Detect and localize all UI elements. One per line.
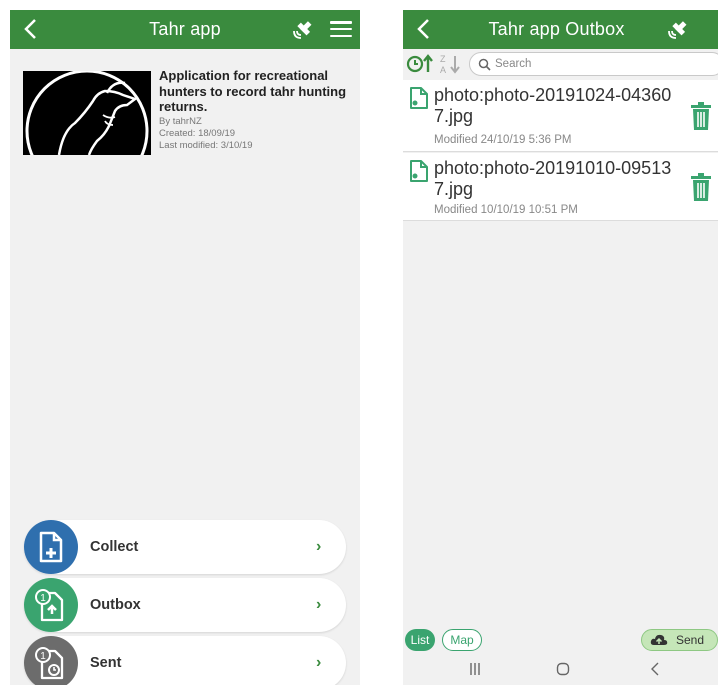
search-icon	[478, 58, 491, 71]
survey-info: Application for recreational hunters to …	[23, 68, 350, 168]
sent-label: Sent	[90, 655, 122, 671]
survey-home-screen: Tahr app Application for recreational hu…	[10, 10, 360, 685]
outbox-screen: Tahr app Outbox Z A Search photo:photo-2…	[403, 10, 718, 685]
menu-bar	[330, 34, 352, 37]
system-back-button[interactable]	[650, 662, 660, 680]
outbox-button[interactable]: 1 Outbox ›	[24, 578, 346, 632]
sent-badge: 1	[40, 651, 46, 662]
item-filename: photo:photo-20191024-043607.jpg	[434, 85, 672, 126]
satellite-icon	[668, 21, 687, 39]
satellite-icon	[293, 21, 312, 39]
svg-text:A: A	[440, 65, 446, 75]
document-icon	[410, 87, 428, 109]
alpha-sort-icon: Z A	[440, 54, 460, 75]
collect-icon	[39, 531, 63, 563]
search-input[interactable]	[495, 58, 695, 70]
chevron-right-icon: ›	[316, 538, 322, 555]
search-box[interactable]	[469, 52, 718, 76]
svg-text:Z: Z	[440, 54, 446, 64]
system-nav-bar	[403, 660, 718, 685]
send-label: Send	[676, 633, 705, 647]
send-button[interactable]: Send	[641, 629, 718, 651]
survey-thumbnail	[23, 71, 151, 155]
survey-modified: Last modified: 3/10/19	[159, 139, 253, 151]
sent-icon: 1	[35, 647, 64, 680]
home-button[interactable]	[556, 662, 570, 680]
app-header: Tahr app	[10, 10, 360, 49]
collect-label: Collect	[90, 539, 139, 555]
sort-by-time-button[interactable]	[406, 53, 434, 80]
sent-icon-circle: 1	[24, 636, 78, 685]
outbox-icon: 1	[35, 589, 64, 622]
survey-author: By tahrNZ	[159, 115, 202, 127]
list-view-button[interactable]: List	[405, 629, 435, 651]
item-modified: Modified 24/10/19 5:36 PM	[434, 134, 572, 146]
recent-apps-button[interactable]	[469, 662, 481, 680]
outbox-header: Tahr app Outbox	[403, 10, 718, 49]
outbox-label: Outbox	[90, 597, 141, 613]
outbox-icon-circle: 1	[24, 578, 78, 632]
trash-icon[interactable]	[690, 101, 712, 131]
recent-apps-icon	[470, 663, 480, 675]
menu-bar	[330, 27, 352, 31]
document-icon	[410, 160, 428, 182]
sort-alpha-button[interactable]: Z A	[439, 53, 465, 80]
outbox-toolbar: Z A	[403, 49, 718, 79]
survey-description: Application for recreational hunters to …	[159, 68, 347, 114]
map-view-button[interactable]: Map	[442, 629, 482, 651]
back-arrow-icon	[651, 662, 659, 676]
home-icon	[556, 662, 570, 676]
sent-button[interactable]: 1 Sent ›	[24, 636, 346, 685]
trash-icon[interactable]	[690, 172, 712, 202]
satellite-button[interactable]	[290, 16, 316, 42]
chevron-right-icon: ›	[316, 654, 322, 671]
outbox-item[interactable]: photo:photo-20191010-095137.jpg Modified…	[403, 153, 718, 221]
outbox-item[interactable]: photo:photo-20191024-043607.jpg Modified…	[403, 80, 718, 152]
menu-button[interactable]	[330, 18, 352, 40]
outbox-badge: 1	[40, 593, 46, 604]
clock-sort-icon	[406, 54, 433, 73]
cloud-upload-icon	[650, 634, 668, 645]
outbox-bottom-bar: List Map Send	[403, 629, 718, 653]
survey-text: Application for recreational hunters to …	[159, 68, 350, 152]
item-filename: photo:photo-20191010-095137.jpg	[434, 158, 672, 199]
collect-button[interactable]: Collect ›	[24, 520, 346, 574]
collect-icon-circle	[24, 520, 78, 574]
survey-created: Created: 18/09/19	[159, 127, 236, 139]
item-modified: Modified 10/10/19 10:51 PM	[434, 204, 578, 216]
chevron-right-icon: ›	[316, 596, 322, 613]
tahr-logo-icon	[23, 71, 151, 155]
satellite-button[interactable]	[665, 16, 691, 42]
menu-bar	[330, 21, 352, 24]
